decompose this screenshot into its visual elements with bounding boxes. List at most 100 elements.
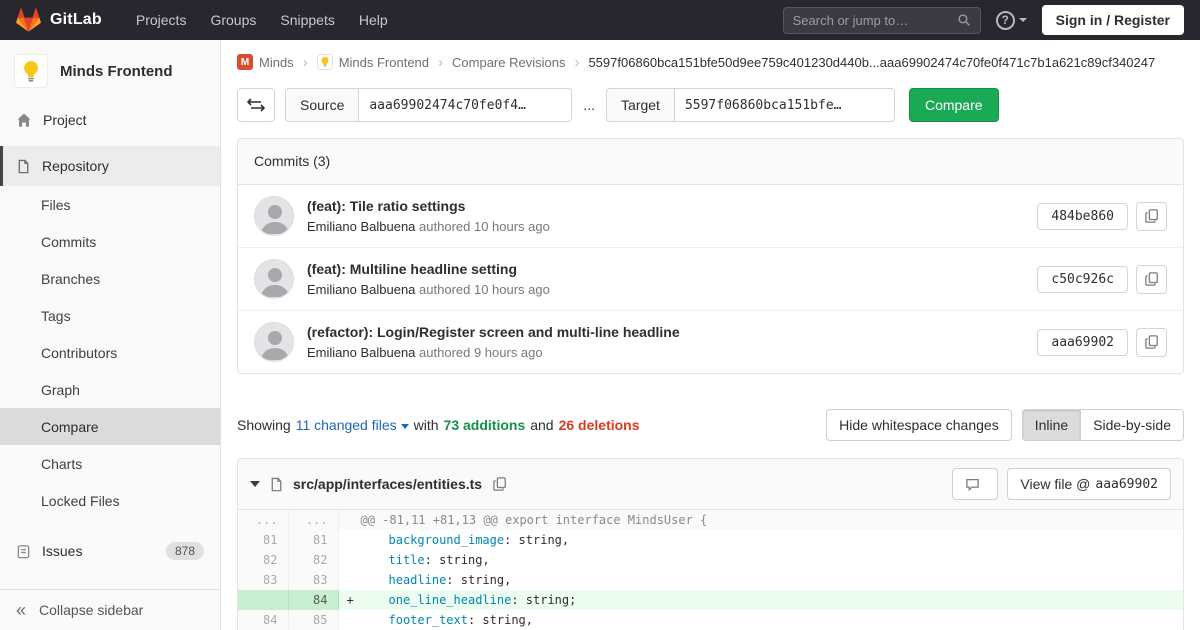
diff-hunk-row: ... ... @@ -81,11 +81,13 @@ export inter… xyxy=(238,510,1183,530)
old-line-number[interactable]: 84 xyxy=(238,610,288,630)
code-line: headline: string, xyxy=(338,570,1183,590)
collapse-diff-caret-icon[interactable] xyxy=(250,481,260,487)
issues-icon xyxy=(16,544,31,559)
changed-files-dropdown[interactable]: 11 changed files xyxy=(296,417,409,433)
chevron-right-icon: › xyxy=(438,55,443,70)
new-line-number[interactable]: 85 xyxy=(288,610,338,630)
collapse-sidebar-button[interactable]: « Collapse sidebar xyxy=(0,589,220,630)
help-icon: ? xyxy=(996,11,1015,30)
navbar-menu: Projects Groups Snippets Help xyxy=(124,2,400,38)
comment-icon xyxy=(965,477,980,492)
collapse-sidebar-label: Collapse sidebar xyxy=(39,602,143,618)
chevron-right-icon: › xyxy=(574,55,579,70)
old-line-number[interactable] xyxy=(238,590,288,610)
diff-added-line-row: 84 +one_line_headline: string; xyxy=(238,590,1183,610)
nav-item-help[interactable]: Help xyxy=(347,2,400,38)
new-line-number[interactable]: 82 xyxy=(288,550,338,570)
avatar[interactable] xyxy=(254,259,294,299)
sidebar-item-compare[interactable]: Compare xyxy=(0,408,220,445)
sidebar-item-locked-files[interactable]: Locked Files xyxy=(0,482,220,519)
new-line-number[interactable]: 81 xyxy=(288,530,338,550)
chevron-right-icon: › xyxy=(303,55,308,70)
help-menu[interactable]: ? xyxy=(996,11,1027,30)
copy-file-path-button[interactable] xyxy=(491,475,509,493)
diff-line-row: 83 83 headline: string, xyxy=(238,570,1183,590)
commit-row: (refactor): Login/Register screen and mu… xyxy=(238,311,1183,373)
diff-file-panel: src/app/interfaces/entities.ts View file… xyxy=(237,458,1184,630)
swap-revisions-button[interactable] xyxy=(237,88,275,122)
code-line: +one_line_headline: string; xyxy=(338,590,1183,610)
sign-in-button[interactable]: Sign in / Register xyxy=(1042,5,1184,35)
avatar[interactable] xyxy=(254,322,294,362)
code-line: title: string, xyxy=(338,550,1183,570)
breadcrumb-item-group[interactable]: M Minds xyxy=(237,54,294,70)
search-icon xyxy=(957,13,971,27)
source-revision-input[interactable] xyxy=(358,88,572,122)
global-search[interactable] xyxy=(783,7,981,34)
commit-author-link[interactable]: Emiliano Balbuena xyxy=(307,282,415,297)
compare-button[interactable]: Compare xyxy=(909,88,999,122)
copy-sha-button[interactable] xyxy=(1136,202,1167,231)
side-by-side-view-button[interactable]: Side-by-side xyxy=(1081,409,1184,441)
new-line-number[interactable]: 83 xyxy=(288,570,338,590)
sidebar-item-issues[interactable]: Issues 878 xyxy=(0,531,220,571)
source-label: Source xyxy=(285,88,358,122)
new-line-number[interactable]: 84 xyxy=(288,590,338,610)
sidebar-item-contributors[interactable]: Contributors xyxy=(0,334,220,371)
sidebar-item-label: Issues xyxy=(42,543,82,559)
copy-icon xyxy=(493,477,507,491)
old-line-number[interactable]: 81 xyxy=(238,530,288,550)
sidebar-item-tags[interactable]: Tags xyxy=(0,297,220,334)
home-icon xyxy=(16,112,32,128)
tanuki-icon xyxy=(16,8,41,32)
sidebar-item-files[interactable]: Files xyxy=(0,186,220,223)
copy-sha-button[interactable] xyxy=(1136,265,1167,294)
breadcrumb-item-project[interactable]: Minds Frontend xyxy=(317,54,429,70)
lightbulb-icon xyxy=(19,59,43,83)
commit-title-link[interactable]: (feat): Tile ratio settings xyxy=(307,198,1037,214)
commit-author-link[interactable]: Emiliano Balbuena xyxy=(307,219,415,234)
commit-title-link[interactable]: (refactor): Login/Register screen and mu… xyxy=(307,324,1037,340)
sidebar-item-graph[interactable]: Graph xyxy=(0,371,220,408)
copy-sha-button[interactable] xyxy=(1136,328,1167,357)
nav-item-snippets[interactable]: Snippets xyxy=(268,2,346,38)
breadcrumb-current-shas: 5597f06860bca151bfe50d9ee759c401230d440b… xyxy=(588,55,1155,70)
diff-file-path[interactable]: src/app/interfaces/entities.ts xyxy=(293,476,482,492)
sidebar-item-repository[interactable]: Repository xyxy=(0,146,220,186)
target-revision-input[interactable] xyxy=(674,88,895,122)
view-file-button[interactable]: View file @ aaa69902 xyxy=(1007,468,1171,500)
nav-item-projects[interactable]: Projects xyxy=(124,2,199,38)
nav-item-groups[interactable]: Groups xyxy=(198,2,268,38)
target-label: Target xyxy=(606,88,674,122)
commit-meta: Emiliano Balbuena authored 9 hours ago xyxy=(307,345,1037,360)
breadcrumb-item-compare[interactable]: Compare Revisions xyxy=(452,55,565,70)
copy-icon xyxy=(1145,209,1159,223)
inline-view-button[interactable]: Inline xyxy=(1022,409,1081,441)
sidebar-item-commits[interactable]: Commits xyxy=(0,223,220,260)
commit-sha-badge[interactable]: c50c926c xyxy=(1037,266,1128,293)
commit-sha-badge[interactable]: aaa69902 xyxy=(1037,329,1128,356)
gitlab-logo[interactable]: GitLab xyxy=(16,8,102,32)
diff-line-row: 84 85 footer_text: string, xyxy=(238,610,1183,630)
search-input[interactable] xyxy=(793,13,957,28)
sidebar-item-branches[interactable]: Branches xyxy=(0,260,220,297)
breadcrumb-label: Compare Revisions xyxy=(452,55,565,70)
breadcrumb-label: Minds Frontend xyxy=(339,55,429,70)
old-line-number[interactable]: 82 xyxy=(238,550,288,570)
toggle-comments-button[interactable] xyxy=(952,468,998,500)
avatar[interactable] xyxy=(254,196,294,236)
commit-title-link[interactable]: (feat): Multiline headline setting xyxy=(307,261,1037,277)
sidebar-item-charts[interactable]: Charts xyxy=(0,445,220,482)
file-icon xyxy=(269,477,284,492)
old-line-number[interactable]: 83 xyxy=(238,570,288,590)
commit-author-link[interactable]: Emiliano Balbuena xyxy=(307,345,415,360)
commit-sha-badge[interactable]: 484be860 xyxy=(1037,203,1128,230)
chevron-down-icon xyxy=(401,424,409,429)
project-context[interactable]: Minds Frontend xyxy=(0,40,220,100)
revision-range-dots: ... xyxy=(583,97,595,113)
commit-row: (feat): Multiline headline setting Emili… xyxy=(238,248,1183,311)
diff-line-row: 82 82 title: string, xyxy=(238,550,1183,570)
hide-whitespace-button[interactable]: Hide whitespace changes xyxy=(826,409,1012,441)
sidebar-item-project[interactable]: Project xyxy=(0,100,220,140)
new-line-number: ... xyxy=(288,510,338,530)
